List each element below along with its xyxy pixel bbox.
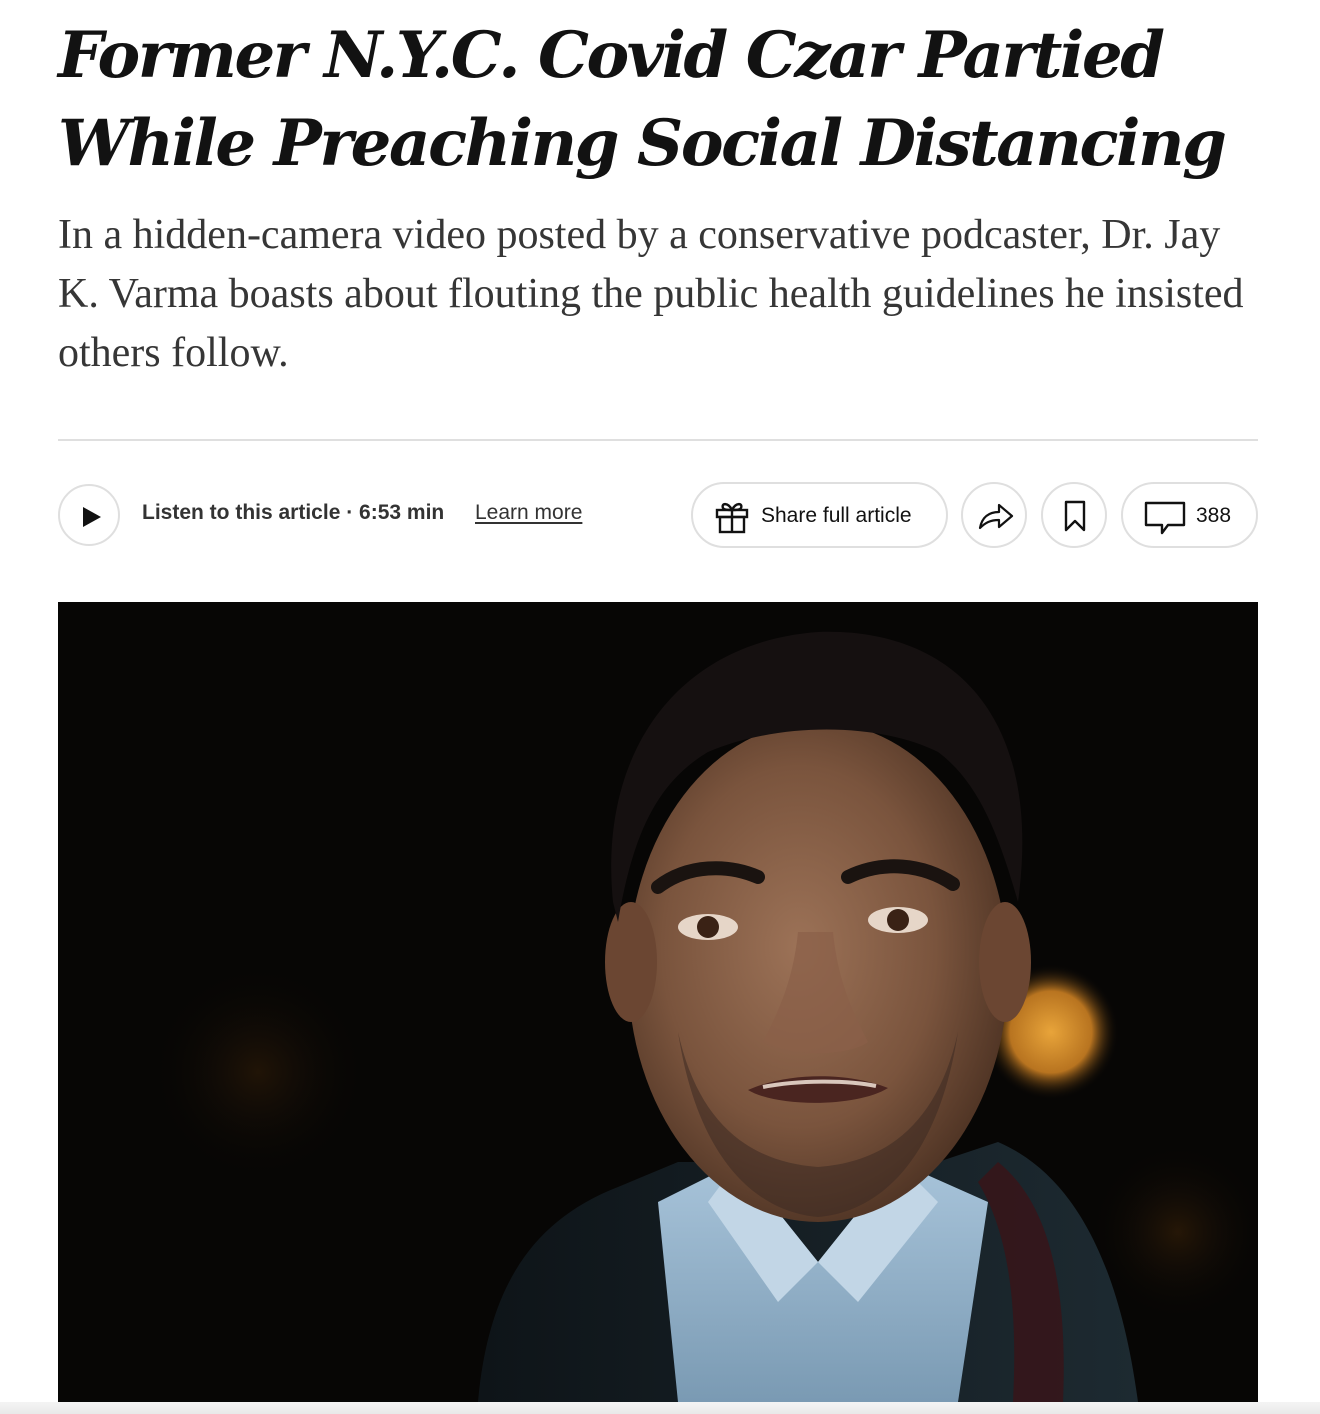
article-toolbar: Listen to this article · 6:53 min Learn … (58, 482, 1258, 548)
article-summary: In a hidden-camera video posted by a con… (58, 212, 1244, 376)
lead-photo (58, 602, 1258, 1402)
comments-button[interactable]: 388 (1121, 482, 1258, 548)
gift-icon (715, 502, 749, 534)
share-arrow-icon (978, 503, 1014, 530)
article-header: Former N.Y.C. Covid Czar Partied While P… (58, 0, 1258, 383)
bottom-edge (0, 1402, 1320, 1414)
learn-more-link[interactable]: Learn more (475, 501, 582, 525)
headline-line-2: While Preaching Social Distancing (58, 106, 1227, 181)
headline: Former N.Y.C. Covid Czar Partied While P… (58, 0, 1258, 188)
bookmark-icon (1064, 500, 1086, 532)
share-full-article-label: Share full article (761, 504, 912, 527)
divider (58, 439, 1258, 441)
share-button[interactable] (961, 482, 1027, 548)
comment-icon (1144, 501, 1186, 535)
comment-count: 388 (1196, 504, 1232, 527)
portrait-image (58, 602, 1258, 1402)
listen-label[interactable]: Listen to this article · 6:53 min (142, 501, 444, 525)
save-article-button[interactable] (1041, 482, 1107, 548)
play-icon (83, 507, 101, 527)
play-audio-button[interactable] (58, 484, 120, 546)
headline-line-1: Former N.Y.C. Covid Czar Partied (58, 18, 1165, 93)
share-full-article-button[interactable]: Share full article (691, 482, 948, 548)
